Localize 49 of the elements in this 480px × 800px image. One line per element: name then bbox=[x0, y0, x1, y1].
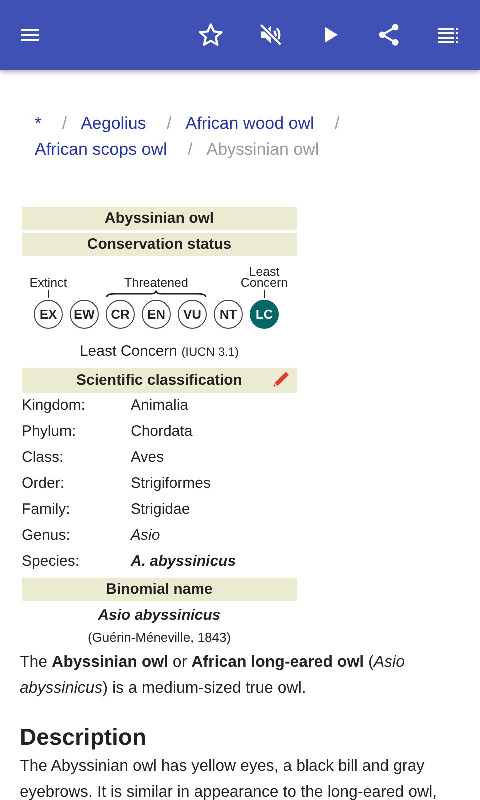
breadcrumb-separator: / bbox=[167, 114, 172, 133]
status-circle: CR bbox=[106, 300, 135, 329]
rank-label: Order: bbox=[22, 474, 66, 494]
status-group-label: Extinct bbox=[30, 278, 68, 289]
star-icon bbox=[198, 22, 224, 48]
binomial-name: Asio abyssinicus bbox=[97, 606, 222, 626]
tick-mark bbox=[264, 290, 265, 298]
status-group-label: Threatened bbox=[124, 278, 188, 289]
status-text: Least Concern bbox=[80, 343, 178, 360]
status-circle: EN bbox=[142, 300, 171, 329]
breadcrumb-separator: / bbox=[335, 114, 340, 133]
section-heading: Conservation status bbox=[22, 233, 297, 256]
intro-paragraph: The Abyssinian owl or African long-eared owl (Asio abyssinicus) is a medium-sized true owl. bbox=[20, 653, 406, 699]
breadcrumb-link[interactable]: African scops owl bbox=[35, 140, 168, 159]
rank-value: A. abyssinicus bbox=[131, 552, 236, 572]
rank-value: Chordata bbox=[131, 422, 193, 442]
status-circle: LC bbox=[250, 300, 279, 329]
rank-label: Class: bbox=[22, 448, 65, 468]
status-circle: EX bbox=[34, 300, 63, 329]
breadcrumb-separator: / bbox=[188, 140, 193, 159]
authority-text: (Guérin-Méneville, 1843) bbox=[86, 629, 232, 647]
section-heading: Binomial name bbox=[22, 578, 297, 601]
rank-label: Family: bbox=[22, 500, 72, 520]
status-group-label: Least Concern bbox=[240, 267, 288, 289]
pencil-icon[interactable] bbox=[271, 370, 291, 390]
status-circle: NT bbox=[214, 300, 243, 329]
description-paragraph: The Abyssinian owl has yellow eyes, a black bill and gray eyebrows. It is similar in appearance to the long-eared owl, bbox=[20, 757, 438, 800]
rank-label: Species: bbox=[22, 552, 81, 572]
status-circle: VU bbox=[178, 300, 207, 329]
assessment-text: (IUCN 3.1) bbox=[182, 345, 240, 359]
rank-value: Strigidae bbox=[131, 500, 190, 520]
status-circle: EW bbox=[70, 300, 99, 329]
rank-value: Aves bbox=[131, 448, 164, 468]
rank-value: Animalia bbox=[131, 396, 189, 416]
breadcrumb-link[interactable]: * bbox=[35, 114, 42, 133]
rank-value: Strigiformes bbox=[131, 474, 212, 494]
section-title: Description bbox=[20, 723, 148, 752]
infobox-title: Abyssinian owl bbox=[22, 207, 297, 230]
breadcrumb-link[interactable]: Aegolius bbox=[81, 114, 146, 133]
rank-value: Asio bbox=[131, 526, 160, 546]
rank-label: Genus: bbox=[22, 526, 72, 546]
rank-label: Kingdom: bbox=[22, 396, 86, 416]
breadcrumb-link[interactable]: African wood owl bbox=[186, 114, 314, 133]
rank-label: Phylum: bbox=[22, 422, 78, 442]
section-heading: Scientific classification bbox=[76, 372, 242, 389]
tick-mark bbox=[48, 290, 49, 298]
breadcrumb-current: Abyssinian owl bbox=[206, 140, 320, 159]
speaker-muted-icon bbox=[258, 22, 284, 48]
breadcrumb-separator: / bbox=[62, 114, 68, 133]
